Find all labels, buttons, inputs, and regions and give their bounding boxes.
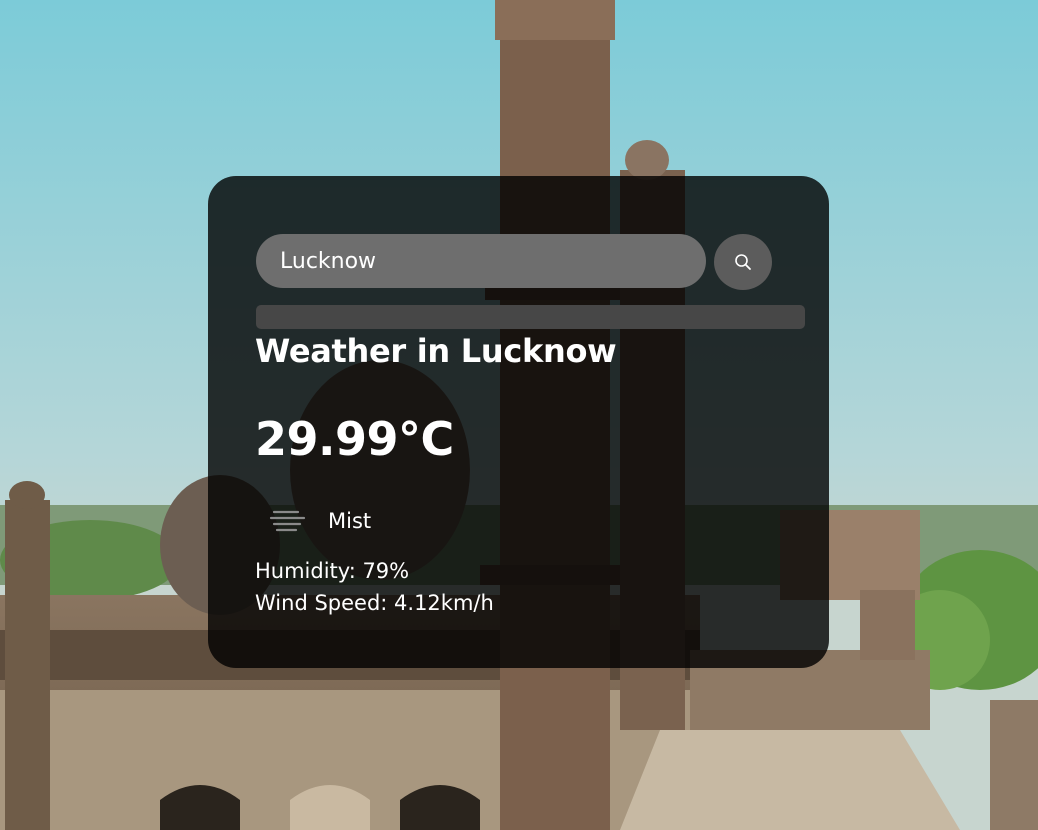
weather-description: Mist bbox=[268, 506, 371, 536]
search-icon bbox=[735, 254, 751, 270]
search-input[interactable] bbox=[256, 234, 706, 288]
search-button[interactable] bbox=[714, 234, 772, 290]
condition-label: Mist bbox=[328, 509, 372, 533]
weather-card: Weather in Lucknow 29.99°C Mist Humidity… bbox=[208, 176, 829, 668]
humidity-label: Humidity: 79% bbox=[255, 559, 410, 583]
temperature: 29.99°C bbox=[255, 412, 454, 466]
wind-speed-label: Wind Speed: 4.12km/h bbox=[255, 591, 494, 615]
loading-bar bbox=[256, 305, 805, 329]
city-title: Weather in Lucknow bbox=[255, 332, 617, 370]
mist-icon bbox=[269, 510, 306, 532]
